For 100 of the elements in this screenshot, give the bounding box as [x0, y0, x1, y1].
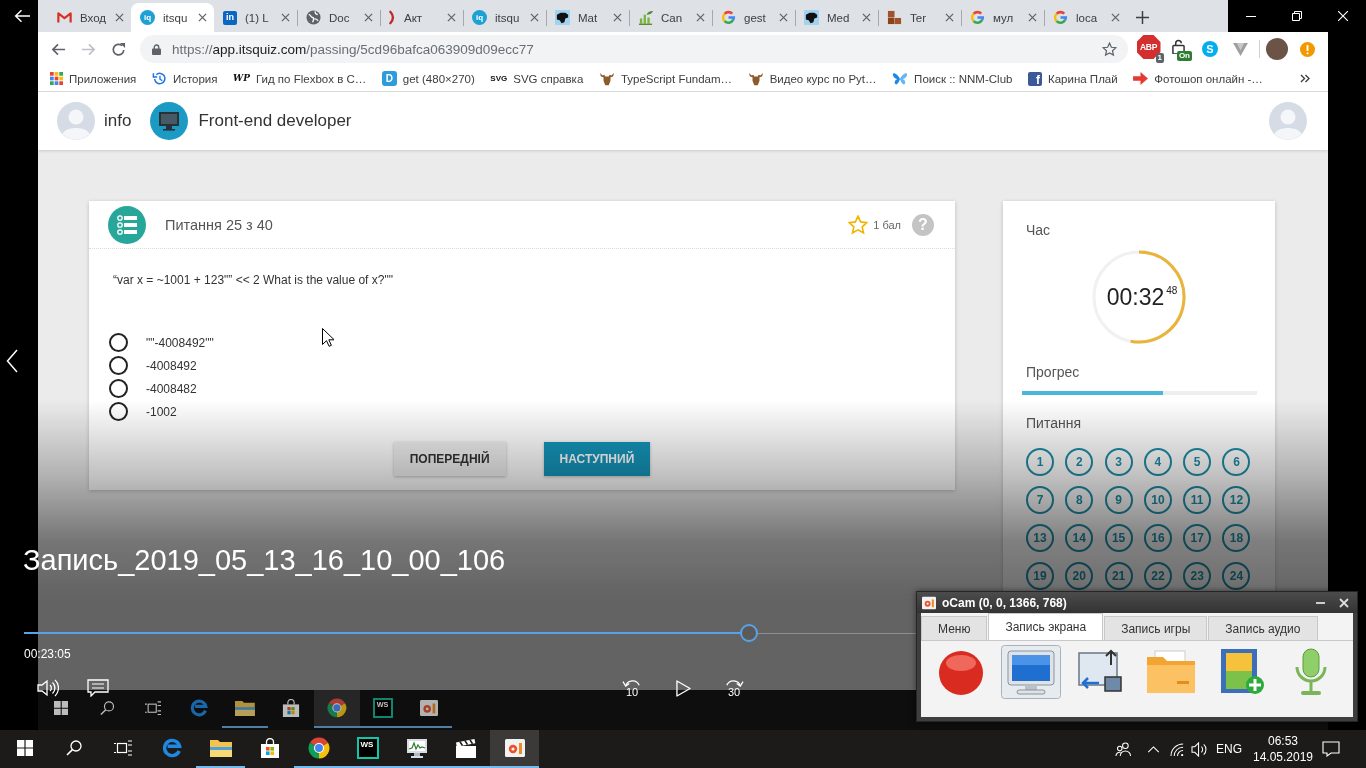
close-icon[interactable] [945, 13, 954, 22]
double-chevron-icon[interactable] [1300, 74, 1310, 83]
window-tab[interactable]: Запись экрана [988, 613, 1104, 640]
play-icon[interactable] [675, 679, 691, 697]
notification-icon[interactable] [1322, 741, 1340, 757]
points-label: 1 бал [873, 218, 901, 231]
star-icon[interactable] [1102, 41, 1117, 57]
question-number[interactable]: 2 [1065, 448, 1094, 476]
taskbar-button[interactable]: WS [343, 730, 392, 768]
radio-button[interactable] [109, 402, 128, 421]
window-tab[interactable]: Запись аудио [1208, 616, 1318, 640]
close-icon[interactable] [1028, 13, 1037, 22]
task-view-icon [113, 740, 132, 756]
bookmark[interactable]: SVG SVG справка [490, 72, 584, 85]
radio-button[interactable] [109, 379, 128, 398]
clock-time[interactable]: 06:53 [1268, 734, 1298, 748]
taskbar-button[interactable] [490, 730, 539, 768]
plus-icon[interactable] [1136, 11, 1149, 24]
bookmark[interactable]: История [151, 71, 218, 86]
extension-badge: 1 [1155, 53, 1164, 63]
minimize-icon[interactable] [1316, 601, 1325, 604]
window-tab[interactable]: Меню [921, 616, 988, 640]
browser-tab[interactable]: gest [712, 3, 795, 32]
browser-tab[interactable]: Акт [380, 3, 463, 32]
browser-tab[interactable]: Mat [546, 3, 629, 32]
reload-icon[interactable] [110, 41, 126, 57]
close-icon[interactable] [779, 13, 788, 22]
close-icon[interactable] [696, 13, 705, 22]
previous-button[interactable]: ПОПЕРЕДНІЙ [393, 442, 506, 476]
window-tab[interactable]: Запись игры [1104, 616, 1208, 640]
close-icon[interactable] [530, 13, 539, 22]
captions-icon[interactable] [87, 679, 109, 697]
lock-icon[interactable] [1171, 38, 1185, 54]
back-icon[interactable] [14, 9, 30, 23]
bookmark[interactable]: Поиск :: NNM-Club [892, 71, 1013, 86]
close-icon [1338, 11, 1348, 21]
close-icon[interactable] [862, 13, 871, 22]
bookmark[interactable]: Приложения [50, 72, 137, 85]
wifi-icon[interactable] [1169, 742, 1185, 756]
answer-label: -4008482 [146, 381, 197, 396]
forward-arrow-icon [724, 678, 744, 687]
arc-logo-icon [389, 10, 396, 25]
bookmark[interactable]: WP Гид по Flexbox в С… [233, 72, 367, 85]
browser-tab[interactable]: Doc [297, 3, 380, 32]
browser-tab[interactable]: in (1) L [214, 3, 297, 32]
clapperboard-icon [454, 738, 477, 758]
triangle-icon[interactable] [1232, 42, 1248, 56]
profile-avatar[interactable] [1266, 38, 1288, 60]
question-number[interactable]: 3 [1104, 448, 1133, 476]
bookmark[interactable]: Видео курс по Pyt… [747, 71, 877, 86]
questions-label: Питання [1026, 415, 1081, 431]
clock-date[interactable]: 14.05.2019 [1252, 750, 1314, 764]
people-icon[interactable] [1114, 741, 1132, 757]
chevron-left-icon[interactable] [6, 349, 18, 373]
progress-label: Прогрес [1026, 364, 1080, 380]
browser-tab[interactable]: loca [1044, 3, 1127, 32]
arrow-icon [1133, 72, 1149, 85]
shopping-bag-icon [259, 738, 280, 758]
close-icon[interactable] [1111, 13, 1120, 22]
skip-back-button[interactable]: 10 [619, 678, 645, 698]
browser-tab[interactable]: iq itsqu [463, 3, 546, 32]
swirl-logo-icon [161, 738, 182, 758]
close-icon[interactable] [447, 13, 456, 22]
input-language[interactable]: ENG [1210, 742, 1248, 756]
browser-tab[interactable]: мул [961, 3, 1044, 32]
monitor-icon[interactable] [1001, 645, 1061, 699]
address-bar[interactable]: https://app.itsquiz.com/passing/5cd96bafca063909d09ecc77 [140, 35, 1128, 63]
close-icon[interactable] [115, 13, 124, 22]
answer-label: -4008492 [146, 358, 197, 373]
bookmark[interactable]: D get (480×270) [381, 71, 475, 86]
volume-icon[interactable] [1190, 741, 1208, 757]
chevron-up-icon[interactable] [1146, 745, 1160, 753]
camera-app-icon [504, 738, 525, 758]
volume-icon[interactable] [37, 679, 59, 697]
close-icon[interactable] [281, 13, 290, 22]
browser-tab[interactable]: Ter [878, 3, 961, 32]
bookmark[interactable]: f Карина Плай [1028, 71, 1118, 86]
animal-head-icon [804, 10, 819, 25]
radio-button[interactable] [109, 356, 128, 375]
user-avatar-icon [57, 102, 95, 140]
butterfly-icon [892, 71, 909, 86]
bookmark[interactable]: TypeScript Fundam… [598, 71, 733, 86]
timer-value: 00:32 [1106, 283, 1165, 311]
back-icon[interactable] [50, 41, 66, 57]
ring-logo-icon [1053, 10, 1068, 25]
bookmark[interactable]: Фотошоп онлайн -… [1133, 72, 1263, 85]
radio-button[interactable] [109, 333, 128, 352]
question-number[interactable]: 6 [1222, 448, 1251, 476]
site-logo: D [381, 71, 397, 86]
close-icon[interactable] [613, 13, 622, 22]
browser-tab[interactable]: Вход [48, 3, 131, 32]
question-number[interactable]: 5 [1183, 448, 1212, 476]
close-icon[interactable] [364, 13, 373, 22]
seek-thumb[interactable] [739, 624, 758, 642]
browser-tab[interactable]: Med [795, 3, 878, 32]
close-icon[interactable] [198, 13, 207, 22]
skip-forward-button[interactable]: 30 [721, 678, 747, 698]
browser-tab[interactable]: iq itsqu [131, 3, 214, 32]
browser-tab[interactable]: Can [629, 3, 712, 32]
windows-logo-icon [53, 700, 69, 716]
